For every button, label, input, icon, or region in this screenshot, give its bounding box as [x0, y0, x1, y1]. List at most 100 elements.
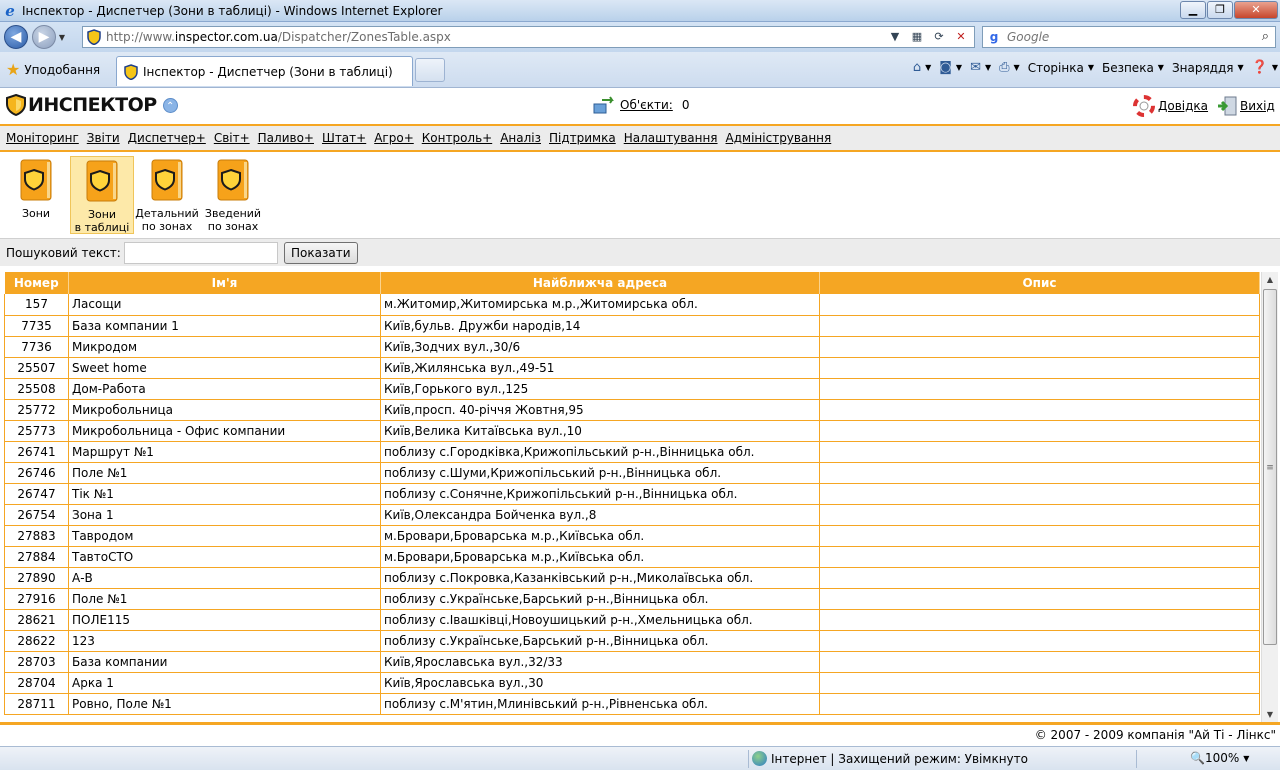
- browser-search-box[interactable]: g ⌕: [982, 26, 1276, 48]
- table-row[interactable]: 28621 ПОЛЕ115 поблизу с.Івашківці,Новоушиц…: [4, 609, 1260, 631]
- zoom-control[interactable]: 🔍 100% ▼: [1190, 751, 1249, 765]
- objects-icon: [593, 96, 614, 114]
- scroll-down-arrow[interactable]: ▼: [1262, 707, 1278, 722]
- home-button[interactable]: ⌂ ▼: [913, 60, 931, 75]
- column-header-address[interactable]: Найближча адреса: [380, 272, 820, 294]
- table-row[interactable]: 27884 ТавтоСТО м.Бровари,Броварська м.р.,К…: [4, 546, 1260, 568]
- menu-item-agro[interactable]: Агро+: [374, 131, 414, 145]
- cell-number: 27883: [4, 525, 69, 547]
- compatibility-view-icon[interactable]: ▦: [906, 28, 928, 46]
- table-row[interactable]: 7735 База компании 1 Київ,бульв. Дружби на…: [4, 315, 1260, 337]
- column-header-name[interactable]: Ім'я: [68, 272, 381, 294]
- refresh-icon[interactable]: ⟳: [928, 28, 950, 46]
- collapse-up-icon[interactable]: ⌃: [162, 97, 178, 113]
- zones-table-book-icon: [86, 160, 118, 202]
- history-dropdown-icon[interactable]: ▼: [56, 33, 68, 42]
- cell-number: 25773: [4, 420, 69, 442]
- table-row[interactable]: 25773 Микробольница - Офис компании Київ,В…: [4, 420, 1260, 442]
- cell-address: поблизу с.Шуми,Крижопільський р-н.,Вінни…: [380, 462, 820, 484]
- back-button[interactable]: ◀: [4, 25, 28, 49]
- cell-address: Київ,Ярославська вул.,30: [380, 672, 820, 694]
- cell-address: поблизу с.Івашківці,Новоушицький р-н.,Хм…: [380, 609, 820, 631]
- column-header-number[interactable]: Номер: [4, 272, 69, 294]
- tool-zones[interactable]: Зони: [4, 156, 68, 234]
- search-text-input[interactable]: [123, 241, 278, 264]
- cell-description: [819, 294, 1260, 316]
- exit-link[interactable]: Вихід: [1240, 99, 1275, 113]
- table-row[interactable]: 25507 Sweet home Київ,Жилянська вул.,49-51: [4, 357, 1260, 379]
- cell-name: Поле №1: [68, 462, 381, 484]
- cell-description: [819, 504, 1260, 526]
- zoom-level: 100%: [1204, 751, 1240, 765]
- menu-item-monitoring[interactable]: Моніторинг: [6, 131, 79, 145]
- table-row[interactable]: 27916 Поле №1 поблизу с.Українське,Барськи…: [4, 588, 1260, 610]
- menu-item-administration[interactable]: Адміністрування: [726, 131, 832, 145]
- stop-icon[interactable]: ✕: [950, 28, 972, 46]
- search-icon[interactable]: ⌕: [1262, 29, 1269, 44]
- tool-zones-table[interactable]: Зони в таблиці: [70, 156, 134, 234]
- table-row[interactable]: 28703 База компании Київ,Ярославська вул.,…: [4, 651, 1260, 673]
- cell-name: Ласощи: [68, 294, 381, 316]
- new-tab-button[interactable]: [415, 58, 445, 82]
- tool-detailed-by-zones[interactable]: Детальний по зонах: [135, 156, 199, 234]
- page-menu[interactable]: Сторінка ▼: [1028, 61, 1094, 75]
- forward-button[interactable]: ▶: [32, 25, 56, 49]
- menu-item-support[interactable]: Підтримка: [549, 131, 616, 145]
- cell-description: [819, 588, 1260, 610]
- vertical-scrollbar[interactable]: ▲ ≡ ▼: [1261, 272, 1278, 722]
- table-row[interactable]: 26754 Зона 1 Київ,Олександра Бойченка вул.…: [4, 504, 1260, 526]
- cell-description: [819, 546, 1260, 568]
- close-window-button[interactable]: ✕: [1234, 1, 1278, 19]
- scroll-up-arrow[interactable]: ▲: [1262, 272, 1278, 287]
- table-row[interactable]: 27883 Тавродом м.Бровари,Броварська м.р.,К…: [4, 525, 1260, 547]
- feeds-button[interactable]: ◙ ▼: [939, 60, 962, 75]
- mail-button[interactable]: ✉ ▼: [970, 60, 991, 75]
- table-row[interactable]: 26747 Тік №1 поблизу с.Сонячне,Крижопільсь…: [4, 483, 1260, 505]
- address-dropdown-icon[interactable]: ▼: [884, 28, 906, 46]
- menu-item-dispatcher[interactable]: Диспетчер+: [128, 131, 206, 145]
- zones-table: Номер Ім'я Найближча адреса Опис 157 Ласо…: [4, 272, 1260, 715]
- favorites-button[interactable]: ★ Уподобання: [6, 60, 100, 79]
- help-link[interactable]: Довідка: [1158, 99, 1208, 113]
- tab-title: Інспектор - Диспетчер (Зони в таблиці): [143, 64, 393, 79]
- menu-item-settings[interactable]: Налаштування: [624, 131, 718, 145]
- cell-description: [819, 336, 1260, 358]
- column-header-description[interactable]: Опис: [819, 272, 1260, 294]
- table-row[interactable]: 28711 Ровно, Поле №1 поблизу с.М'ятин,Млин…: [4, 693, 1260, 715]
- cell-number: 157: [4, 294, 69, 316]
- menu-item-control[interactable]: Контроль+: [422, 131, 492, 145]
- tool-summary-label-2: по зонах: [207, 220, 259, 233]
- table-row[interactable]: 157 Ласощи м.Житомир,Житомирська м.р.,Жито…: [4, 294, 1260, 316]
- tab-active[interactable]: Інспектор - Диспетчер (Зони в таблиці): [116, 56, 413, 86]
- safety-menu[interactable]: Безпека ▼: [1102, 61, 1164, 75]
- menu-item-reports[interactable]: Звіти: [87, 131, 120, 145]
- maximize-button[interactable]: ❐: [1207, 1, 1233, 19]
- scroll-thumb[interactable]: ≡: [1263, 289, 1277, 645]
- status-separator: [748, 750, 749, 768]
- cell-address: Київ,Ярославська вул.,32/33: [380, 651, 820, 673]
- table-row[interactable]: 28704 Арка 1 Київ,Ярославська вул.,30: [4, 672, 1260, 694]
- address-bar[interactable]: http://www.inspector.com.ua/Dispatcher/Z…: [82, 26, 975, 48]
- cell-name: Sweet home: [68, 357, 381, 379]
- menu-item-world[interactable]: Світ+: [214, 131, 250, 145]
- table-row[interactable]: 25772 Микробольница Київ,просп. 40-річчя Ж…: [4, 399, 1260, 421]
- show-button[interactable]: Показати: [283, 241, 358, 264]
- table-row[interactable]: 26746 Поле №1 поблизу с.Шуми,Крижопільськи…: [4, 462, 1260, 484]
- menu-item-staff[interactable]: Штат+: [322, 131, 366, 145]
- table-row[interactable]: 7736 Микродом Київ,Зодчих вул.,30/6: [4, 336, 1260, 358]
- table-row[interactable]: 27890 А-В поблизу с.Покровка,Казанківський…: [4, 567, 1260, 589]
- print-button[interactable]: ⎙ ▼: [999, 60, 1020, 75]
- browser-search-input[interactable]: [1007, 30, 1247, 44]
- tools-menu[interactable]: Знаряддя ▼: [1172, 61, 1244, 75]
- table-row[interactable]: 25508 Дом-Работа Київ,Горького вул.,125: [4, 378, 1260, 400]
- security-zone[interactable]: Інтернет | Захищений режим: Увімкнуто: [752, 751, 1028, 766]
- objects-link[interactable]: Об'єкти:: [620, 98, 673, 112]
- tool-summary-by-zones[interactable]: Зведений по зонах: [201, 156, 265, 234]
- table-row[interactable]: 26741 Маршрут №1 поблизу с.Городківка,Криж…: [4, 441, 1260, 463]
- help-menu[interactable]: ❓ ▼: [1252, 60, 1278, 75]
- minimize-button[interactable]: ▁: [1180, 1, 1206, 19]
- menu-item-analysis[interactable]: Аналіз: [500, 131, 541, 145]
- cell-address: Київ,Олександра Бойченка вул.,8: [380, 504, 820, 526]
- menu-item-fuel[interactable]: Паливо+: [258, 131, 314, 145]
- table-row[interactable]: 28622 123 поблизу с.Українське,Барський р-…: [4, 630, 1260, 652]
